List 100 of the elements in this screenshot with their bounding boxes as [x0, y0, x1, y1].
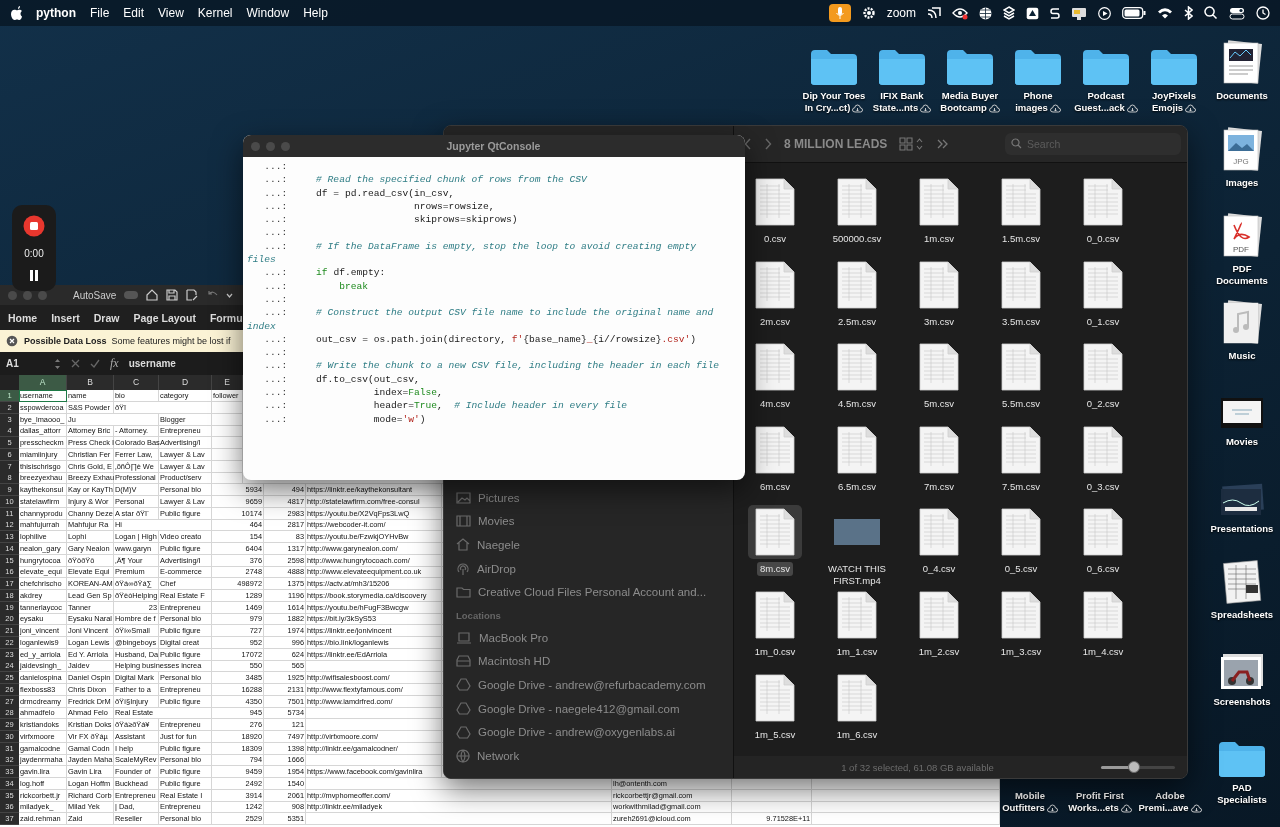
folder-icon[interactable] — [878, 48, 926, 86]
folder-icon[interactable] — [1150, 48, 1198, 86]
sidebar-item[interactable]: Naegele — [456, 533, 721, 557]
file-name[interactable]: 1m_0.csv — [751, 644, 799, 659]
caret-icon[interactable] — [226, 292, 234, 298]
menu-item[interactable]: File — [90, 6, 110, 20]
folder-icon[interactable] — [1014, 48, 1062, 86]
bluetooth-icon[interactable] — [1184, 6, 1193, 20]
sidebar-item[interactable]: Network — [456, 743, 721, 768]
file-name[interactable]: 6.5m.csv — [835, 479, 879, 494]
search-icon[interactable] — [1204, 6, 1218, 20]
file-name[interactable]: 0_4.csv — [919, 562, 959, 577]
sidebar-item[interactable]: MacBook Pro — [456, 625, 721, 650]
menu-item[interactable]: Help — [303, 6, 328, 20]
battery-icon[interactable] — [1122, 7, 1146, 19]
document-stack-icon[interactable] — [1220, 40, 1264, 86]
ribbon-tab[interactable]: Formu — [209, 311, 243, 324]
name-box[interactable]: A1 — [6, 358, 44, 369]
drive-icon[interactable] — [1026, 6, 1039, 20]
clock-icon[interactable] — [1256, 6, 1270, 20]
music-stack-icon[interactable] — [1220, 299, 1264, 346]
sidebar-item[interactable]: AirDrop — [456, 556, 721, 581]
sidebar-item[interactable]: Pictures — [456, 486, 721, 510]
ribbon-tab[interactable]: Insert — [51, 311, 80, 324]
file-name[interactable]: 4.5m.csv — [835, 397, 879, 412]
file-name[interactable]: 1m_4.csv — [1079, 644, 1127, 659]
cancel-icon[interactable] — [71, 359, 80, 368]
column-header[interactable]: C — [114, 375, 159, 390]
file-name[interactable]: 2.5m.csv — [835, 314, 879, 329]
file-name[interactable]: 0_3.csv — [1083, 479, 1123, 494]
file-name[interactable]: 7m.csv — [920, 479, 958, 494]
file-name[interactable]: WATCH THIS FIRST.mp4 — [816, 561, 898, 588]
column-header[interactable]: D — [159, 375, 212, 390]
layers-icon[interactable] — [1003, 6, 1015, 20]
file-name[interactable]: 1m_5.csv — [751, 727, 799, 742]
file-name[interactable]: 2m.csv — [756, 314, 794, 329]
autosave-toggle[interactable] — [124, 291, 139, 299]
save-icon[interactable] — [166, 289, 179, 301]
home-icon[interactable] — [146, 289, 159, 301]
sidebar-item[interactable]: Google Drive - andrew@refurbacademy.com — [456, 673, 721, 697]
file-name[interactable]: 3m.csv — [920, 314, 958, 329]
ribbon-tab[interactable]: Draw — [93, 311, 120, 324]
stepper-icon[interactable] — [54, 357, 61, 370]
check-icon[interactable] — [90, 359, 100, 368]
play-icon[interactable] — [1098, 6, 1111, 20]
file-name[interactable]: 500000.csv — [829, 232, 885, 246]
dismiss-icon[interactable] — [6, 335, 18, 347]
microphone-button[interactable] — [828, 4, 851, 22]
globe-icon[interactable] — [979, 6, 992, 20]
cast-icon[interactable] — [927, 7, 941, 19]
screenshot-stack-icon[interactable] — [1219, 651, 1265, 692]
eye-icon[interactable] — [952, 6, 968, 20]
pause-icon[interactable] — [29, 270, 39, 282]
sidebar-item[interactable]: Movies — [456, 509, 721, 534]
folder-icon[interactable] — [1082, 48, 1130, 86]
file-name[interactable]: 5m.csv — [920, 397, 958, 412]
menu-item[interactable]: Edit — [123, 6, 145, 20]
file-name[interactable]: 6m.csv — [756, 479, 794, 494]
save-as-icon[interactable] — [186, 289, 199, 301]
menu-item[interactable]: Window — [246, 6, 290, 20]
sidebar-item[interactable]: Creative Cloud Files Personal Account and... — [456, 580, 721, 604]
function-button[interactable]: fx — [110, 356, 119, 371]
file-name[interactable]: 8m.csv — [756, 562, 794, 577]
zoom-status-item[interactable]: zoom — [886, 6, 916, 20]
app-menu[interactable]: python — [36, 6, 76, 20]
folder-icon[interactable] — [946, 48, 994, 86]
file-name[interactable]: 4m.csv — [756, 397, 794, 412]
sidebar-item[interactable]: Google Drive - andrew@oxygenlabs.ai — [456, 720, 721, 744]
file-name[interactable]: 1m_6.csv — [833, 727, 881, 742]
file-name[interactable]: 0.csv — [760, 232, 790, 246]
formula-field[interactable]: username — [128, 358, 176, 369]
file-name[interactable]: 1m_1.csv — [833, 644, 881, 659]
menu-item[interactable]: View — [158, 6, 184, 20]
spreadsheet-stack-icon[interactable] — [1220, 559, 1264, 605]
apple-icon[interactable] — [10, 6, 22, 20]
gear-icon[interactable] — [861, 6, 876, 20]
file-name[interactable]: 0_1.csv — [1083, 314, 1123, 329]
sidebar-item[interactable]: Macintosh HD — [456, 649, 721, 674]
file-name[interactable]: 0_5.csv — [1001, 562, 1041, 577]
column-header[interactable]: B — [67, 375, 114, 390]
file-name[interactable]: 1m_3.csv — [997, 644, 1045, 659]
file-name[interactable]: 1m_2.csv — [915, 644, 963, 659]
file-name[interactable]: 5.5m.csv — [999, 397, 1043, 412]
folder-icon[interactable] — [1218, 740, 1266, 778]
ribbon-tab[interactable]: Page Layout — [133, 311, 196, 324]
forward-icon[interactable] — [764, 138, 772, 150]
s-shape-icon[interactable] — [1050, 6, 1060, 20]
menu-item[interactable]: Kernel — [197, 6, 233, 20]
file-name[interactable]: 1.5m.csv — [999, 232, 1043, 246]
sidebar-item[interactable]: Google Drive - naegele412@gmail.com — [456, 696, 721, 721]
file-name[interactable]: 0_2.csv — [1083, 397, 1123, 412]
back-icon[interactable] — [744, 138, 752, 150]
file-name[interactable]: 1m.csv — [920, 232, 958, 246]
wifi-icon[interactable] — [1157, 7, 1173, 19]
file-name[interactable]: 0_6.csv — [1083, 562, 1123, 577]
column-header[interactable]: A — [19, 375, 67, 390]
file-name[interactable]: 7.5m.csv — [999, 479, 1043, 494]
file-name[interactable]: 0_0.csv — [1083, 232, 1123, 246]
file-name[interactable]: 3.5m.csv — [999, 314, 1043, 329]
stop-recording-icon[interactable] — [23, 214, 45, 237]
